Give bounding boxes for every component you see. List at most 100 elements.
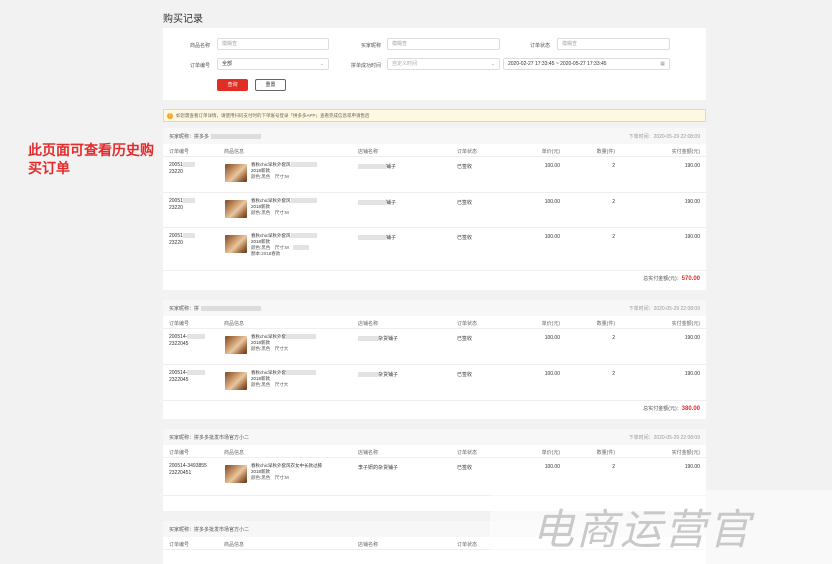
notice-bar: ! 如您需查看订单详情，请使用扫码支付时的下单账号登录「拼多多APP」查看完成信… xyxy=(163,109,706,122)
order-status: 已签收 xyxy=(457,235,473,241)
quantity: 2 xyxy=(612,335,615,341)
quantity: 2 xyxy=(612,464,615,470)
paid-amount: 190.00 xyxy=(684,335,700,341)
col-status: 订单状态 xyxy=(457,542,478,548)
col-shop: 店铺名称 xyxy=(358,542,379,548)
order-card: 买家昵称：拼 下单时间：2020-05-29 22:08:09 订单编号 商品信… xyxy=(163,300,706,419)
buyer-nickname: 买家昵称：拼多多 xyxy=(169,134,210,140)
notice-text: 如您需查看订单详情，请使用扫码支付时的下单账号登录「拼多多APP」查看完成信息或… xyxy=(176,113,370,118)
table-row[interactable]: 20051 23220 春秋chic早秋外套风 2018新款 颜色:黑色 尺寸:M 铺… xyxy=(163,193,706,228)
table-row[interactable]: 200514- 2322045 春秋chic早秋外套 2018新款 颜色:黑色 尺寸大… xyxy=(163,329,706,365)
col-order-no: 订单编号 xyxy=(169,542,190,548)
unit-price: 100.00 xyxy=(544,234,560,240)
quantity: 2 xyxy=(612,234,615,240)
product-info: 春秋chic早秋外套风衣女中长款过膝 2018新款 颜色:黑色 尺寸:M xyxy=(251,463,323,480)
order-header: 买家昵称：拼 下单时间：2020-05-29 22:08:09 xyxy=(163,300,706,316)
col-goods-info: 商品信息 xyxy=(224,542,245,548)
paid-amount: 190.00 xyxy=(684,199,700,205)
total-amount: 380.00 xyxy=(681,406,700,412)
order-number: 200514- 2322045 xyxy=(169,370,206,384)
table-header: 订单编号 商品信息 店铺名称 订单状态 单价(元) 数量(件) 实付金额(元) xyxy=(163,144,706,157)
col-goods-info: 商品信息 xyxy=(224,450,245,456)
col-shop: 店铺名称 xyxy=(358,450,379,456)
unit-price: 100.00 xyxy=(544,163,560,169)
table-header: 订单编号 商品信息 店铺名称 订单状态 单价(元) 数量(件) 实付金额(元) xyxy=(163,445,706,458)
buyer-nickname: 买家昵称：拼多多批发市场官方小二 xyxy=(169,435,250,441)
table-header: 订单编号 商品信息 店铺名称 订单状态 单价(元) 数量(件) 实付金额(元) xyxy=(163,316,706,329)
product-thumbnail xyxy=(225,235,247,253)
order-number: 200514- 2322045 xyxy=(169,334,206,348)
col-order-no: 订单编号 xyxy=(169,450,190,456)
group-time-label: 拼单成功时间 xyxy=(350,63,381,69)
order-status: 已签收 xyxy=(457,372,473,378)
col-total: 实付金额(元) xyxy=(671,149,700,155)
product-thumbnail xyxy=(225,164,247,182)
shop-name: 杂货铺子 xyxy=(358,335,398,342)
date-range-input[interactable]: 2020-02-27 17:33:45 ~ 2020-05-27 17:33:4… xyxy=(503,58,670,70)
col-goods-info: 商品信息 xyxy=(224,321,245,327)
total-label: 总实付金额(元)： xyxy=(643,276,682,282)
col-price: 单价(元) xyxy=(541,450,560,456)
product-info: 春秋chic早秋外套 2018新款 颜色:黑色 尺寸大 xyxy=(251,334,317,352)
col-total: 实付金额(元) xyxy=(671,450,700,456)
product-thumbnail xyxy=(225,465,247,483)
goods-name-input[interactable]: 模糊查 xyxy=(217,38,329,50)
shop-name: 杂货铺子 xyxy=(358,371,398,378)
redacted-block xyxy=(211,134,262,140)
calendar-icon: ▦ xyxy=(660,61,665,67)
page-title: 购买记录 xyxy=(163,14,203,25)
product-info: 春秋chic早秋外套风 2018新款 颜色:黑色 尺寸:M 顏本:2018春款 xyxy=(251,233,317,257)
col-status: 订单状态 xyxy=(457,321,478,327)
goods-name-label: 商品名称 xyxy=(189,43,210,49)
total-label: 总实付金额(元)： xyxy=(643,406,682,412)
col-status: 订单状态 xyxy=(457,450,478,456)
total-amount: 570.00 xyxy=(681,276,700,282)
order-number-select[interactable]: 全部 ⌄ xyxy=(217,58,329,70)
chevron-down-icon: ⌄ xyxy=(490,61,495,67)
redacted-block xyxy=(201,306,262,312)
product-info: 春秋chic早秋外套 2018新款 颜色:黑色 尺寸大 xyxy=(251,370,317,388)
order-status: 已签收 xyxy=(457,336,473,342)
table-row[interactable]: 200514- 2322045 春秋chic早秋外套 2018新款 颜色:黑色 尺寸大… xyxy=(163,365,706,401)
unit-price: 100.00 xyxy=(544,199,560,205)
reset-button[interactable]: 重置 xyxy=(255,79,286,91)
product-info: 春秋chic早秋外套风 2018新款 颜色:黑色 尺寸:M xyxy=(251,162,317,180)
quantity: 2 xyxy=(612,371,615,377)
order-status: 已签收 xyxy=(457,164,473,170)
warning-icon: ! xyxy=(167,113,173,119)
paid-amount: 190.00 xyxy=(684,234,700,240)
unit-price: 100.00 xyxy=(544,464,560,470)
watermark-logo: 电商运营官 xyxy=(532,505,753,554)
date-range-value: 2020-02-27 17:33:45 ~ 2020-05-27 17:33:4… xyxy=(508,61,607,67)
product-info: 春秋chic早秋外套风 2018新款 颜色:黑色 尺寸:M xyxy=(251,198,317,216)
order-status: 已签收 xyxy=(457,200,473,206)
order-number-label: 订单编号 xyxy=(189,63,210,69)
product-thumbnail xyxy=(225,336,247,354)
col-goods-info: 商品信息 xyxy=(224,149,245,155)
table-row[interactable]: 20051 23220 春秋chic早秋外套风 2018新款 颜色:黑色 尺寸:M 顏本… xyxy=(163,228,706,271)
order-number: 20051 23220 xyxy=(169,233,195,247)
shop-name: 李子妍的杂货铺子 xyxy=(358,465,399,471)
order-status-input[interactable]: 模糊查 xyxy=(557,38,670,50)
shop-name: 铺子 xyxy=(358,199,396,206)
product-thumbnail xyxy=(225,372,247,390)
table-row[interactable]: 20051 23220 春秋chic早秋外套风 2018新款 颜色:黑色 尺寸:M 铺… xyxy=(163,157,706,193)
col-price: 单价(元) xyxy=(541,149,560,155)
annotation-text: 此页面可查看历史购买订单 xyxy=(28,142,154,176)
unit-price: 100.00 xyxy=(544,335,560,341)
buyer-nickname-input[interactable]: 模糊查 xyxy=(387,38,500,50)
buyer-nickname: 买家昵称：拼 xyxy=(169,306,200,312)
group-time-select[interactable]: 自定义时间 ⌄ xyxy=(387,58,500,70)
col-qty: 数量(件) xyxy=(596,450,615,456)
query-button[interactable]: 查询 xyxy=(217,79,248,91)
order-number: 200514-3493855 23220451 xyxy=(169,463,207,476)
unit-price: 100.00 xyxy=(544,371,560,377)
col-status: 订单状态 xyxy=(457,149,478,155)
order-number: 20051 23220 xyxy=(169,198,195,212)
paid-amount: 190.00 xyxy=(684,371,700,377)
paid-amount: 190.00 xyxy=(684,464,700,470)
product-thumbnail xyxy=(225,200,247,218)
order-number-value: 全部 xyxy=(222,61,233,67)
order-header: 买家昵称：拼多多批发市场官方小二 下单时间：2020-05-29 22:08:0… xyxy=(163,429,706,445)
order-number: 20051 23220 xyxy=(169,162,195,176)
